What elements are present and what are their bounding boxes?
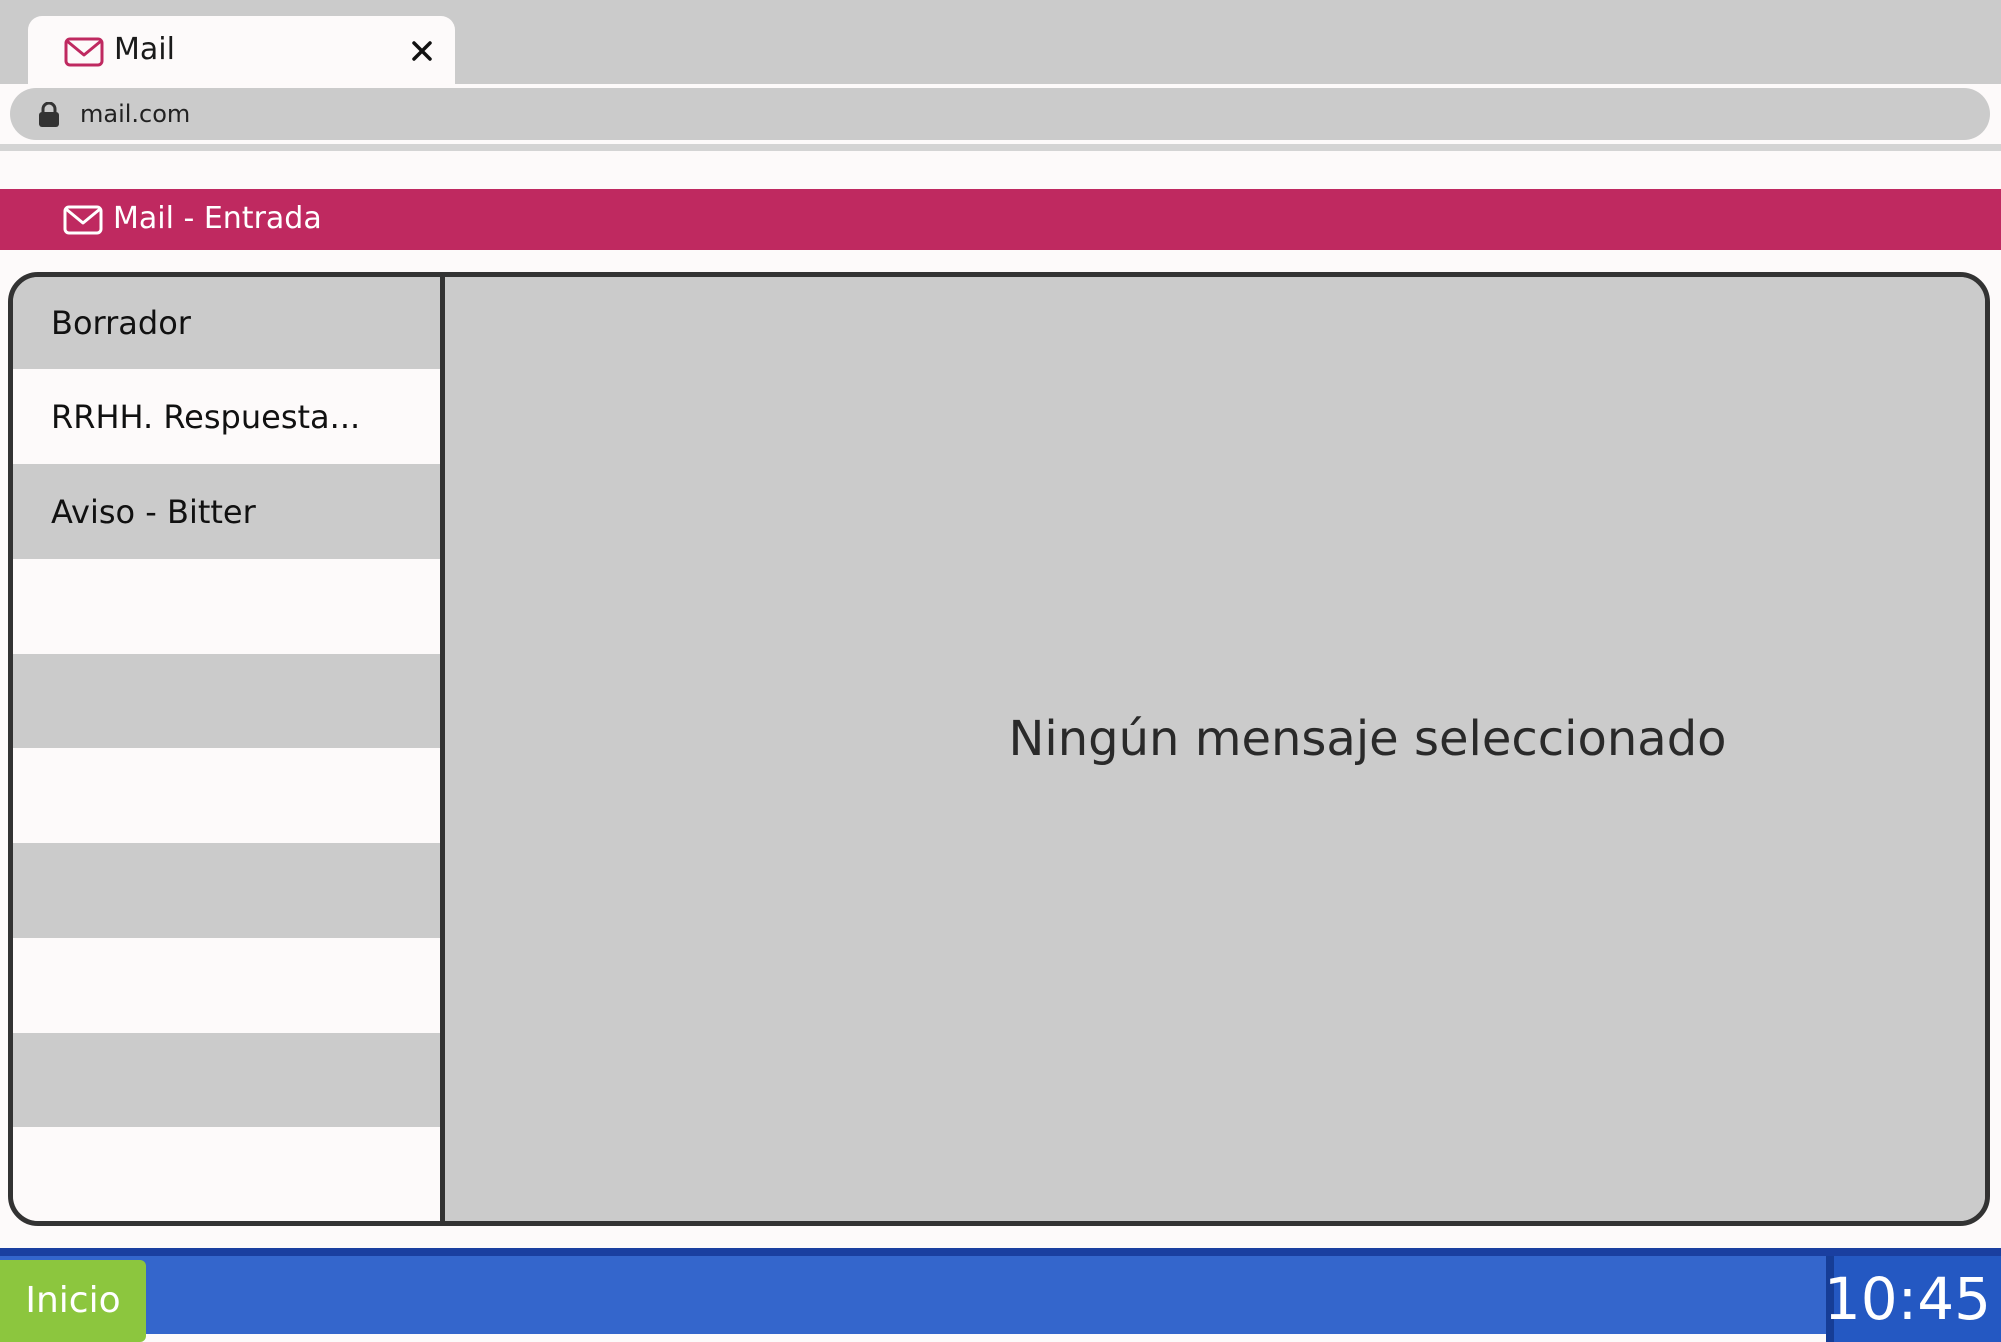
- browser-tab-mail[interactable]: Mail: [28, 16, 455, 84]
- url-bar[interactable]: mail.com: [10, 88, 1990, 140]
- tab-title: Mail: [114, 32, 175, 67]
- start-button[interactable]: Inicio: [0, 1260, 146, 1342]
- app-header: Mail - Entrada: [0, 189, 2001, 250]
- browser-tab-strip: Mail: [0, 0, 2001, 84]
- clock: 10:45: [1823, 1265, 1991, 1333]
- app-title: Mail - Entrada: [113, 201, 322, 236]
- message-item-empty[interactable]: [13, 559, 440, 654]
- message-item-empty[interactable]: [13, 1033, 440, 1127]
- toolbar-divider: [0, 144, 2001, 151]
- taskbar: Inicio 10:45: [0, 1248, 2001, 1342]
- mail-icon: [63, 205, 103, 235]
- lock-icon: [39, 102, 59, 127]
- message-subject: Borrador: [51, 304, 191, 342]
- message-subject: RRHH. Respuesta...: [51, 397, 361, 436]
- message-preview-pane: Ningún mensaje seleccionado: [450, 277, 1985, 1221]
- message-subject: Aviso - Bitter: [51, 492, 256, 531]
- url-text: mail.com: [80, 100, 191, 128]
- address-row: mail.com: [0, 84, 2001, 152]
- message-item-empty[interactable]: [13, 654, 440, 748]
- close-icon[interactable]: [409, 38, 435, 64]
- mail-icon: [64, 37, 104, 67]
- message-item-rrhh[interactable]: RRHH. Respuesta...: [13, 369, 440, 464]
- message-item-aviso[interactable]: Aviso - Bitter: [13, 464, 440, 559]
- message-item-empty[interactable]: [13, 843, 440, 938]
- message-item-empty[interactable]: [13, 748, 440, 843]
- empty-preview-message: Ningún mensaje seleccionado: [1008, 711, 1727, 767]
- message-list: Borrador RRHH. Respuesta... Aviso - Bitt…: [13, 277, 445, 1221]
- message-item-empty[interactable]: [13, 1127, 440, 1221]
- clock-area: 10:45: [1823, 1256, 2001, 1342]
- mail-window: Borrador RRHH. Respuesta... Aviso - Bitt…: [8, 272, 1990, 1226]
- message-item-empty[interactable]: [13, 938, 440, 1033]
- message-item-borrador[interactable]: Borrador: [13, 277, 440, 369]
